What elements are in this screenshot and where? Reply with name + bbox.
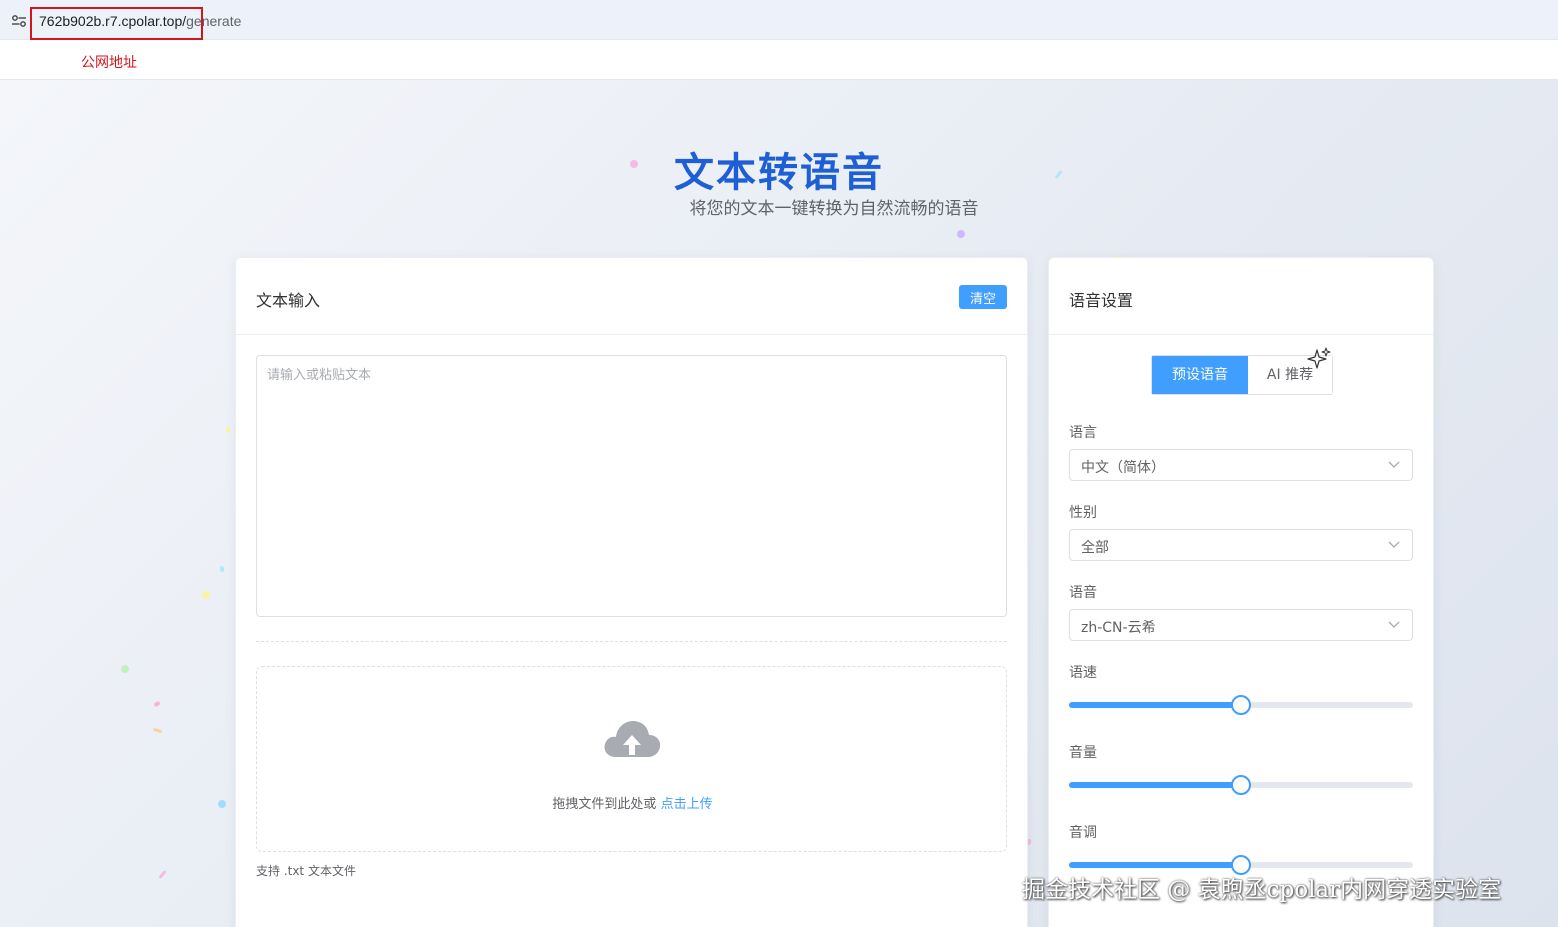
- gender-select-value: 全部: [1081, 540, 1109, 556]
- volume-label: 音量: [1069, 745, 1097, 761]
- pitch-slider-fill: [1069, 862, 1241, 868]
- text-input-card: 文本输入 清空 拖拽文件到此处或 点击上传 支持 .txt 文本文件: [235, 257, 1028, 927]
- voice-settings-card: 语音设置 预设语音 AI 推荐 语言 中文（简体） 性别 全部 语音 zh-CN…: [1048, 257, 1434, 927]
- gender-select[interactable]: 全部: [1069, 529, 1413, 561]
- confetti-piece: [153, 700, 161, 708]
- voice-settings-card-header: 语音设置: [1049, 258, 1433, 335]
- rate-slider[interactable]: [1069, 695, 1413, 715]
- voice-mode-tabs: 预设语音 AI 推荐: [1151, 347, 1333, 395]
- text-input-title: 文本输入: [256, 291, 321, 310]
- confetti-piece: [152, 727, 163, 734]
- text-input-card-header: 文本输入 清空: [236, 258, 1027, 335]
- rate-slider-fill: [1069, 702, 1241, 708]
- voice-settings-title: 语音设置: [1069, 291, 1134, 310]
- text-input-area[interactable]: [256, 355, 1007, 617]
- annotation-label: 公网地址: [81, 55, 137, 71]
- annotation-highlight-box: [30, 7, 203, 40]
- file-upload-dropzone[interactable]: 拖拽文件到此处或 点击上传: [256, 666, 1007, 852]
- upload-hint: 拖拽文件到此处或 点击上传: [257, 793, 1008, 812]
- upload-tip: 支持 .txt 文本文件: [256, 864, 356, 878]
- confetti-piece: [158, 870, 167, 879]
- clear-button[interactable]: 清空: [959, 285, 1007, 309]
- voice-label: 语音: [1069, 585, 1097, 601]
- pitch-label: 音调: [1069, 825, 1097, 841]
- confetti-piece: [219, 565, 225, 573]
- language-select[interactable]: 中文（简体）: [1069, 449, 1413, 481]
- site-settings-icon[interactable]: [11, 14, 27, 28]
- annotation-strip: [0, 40, 1558, 80]
- volume-slider-fill: [1069, 782, 1241, 788]
- page-body: 文本转语音 将您的文本一键转换为自然流畅的语音 文本输入 清空 拖拽文件到此处或…: [0, 80, 1558, 927]
- upload-drag-text: 拖拽文件到此处或: [552, 797, 657, 812]
- voice-select[interactable]: zh-CN-云希: [1069, 609, 1413, 641]
- chevron-down-icon: [1388, 621, 1400, 628]
- page-subtitle: 将您的文本一键转换为自然流畅的语音: [689, 199, 979, 219]
- language-label: 语言: [1069, 425, 1097, 441]
- upload-click-link[interactable]: 点击上传: [661, 797, 713, 812]
- cloud-upload-icon: [604, 721, 661, 757]
- confetti-piece: [217, 799, 227, 809]
- chevron-down-icon: [1388, 461, 1400, 468]
- tab-preset-voice[interactable]: 预设语音: [1152, 356, 1248, 394]
- browser-address-bar: 762b902b.r7.cpolar.top/generate: [0, 0, 1558, 40]
- confetti-piece: [200, 589, 212, 601]
- voice-select-value: zh-CN-云希: [1081, 620, 1156, 636]
- chevron-down-icon: [1388, 541, 1400, 548]
- rate-label: 语速: [1069, 665, 1097, 681]
- language-select-value: 中文（简体）: [1081, 460, 1165, 476]
- gender-label: 性别: [1069, 505, 1097, 521]
- confetti-piece: [956, 229, 966, 239]
- watermark: 掘金技术社区 @ 袁煦丞cpolar内网穿透实验室: [1022, 877, 1502, 903]
- confetti-piece: [225, 426, 231, 434]
- volume-slider[interactable]: [1069, 775, 1413, 795]
- sparkle-icon: [1307, 347, 1331, 369]
- volume-slider-handle[interactable]: [1231, 775, 1251, 795]
- section-divider: [256, 641, 1007, 642]
- rate-slider-handle[interactable]: [1231, 695, 1251, 715]
- page-title: 文本转语音: [674, 150, 884, 196]
- confetti-piece: [119, 663, 131, 675]
